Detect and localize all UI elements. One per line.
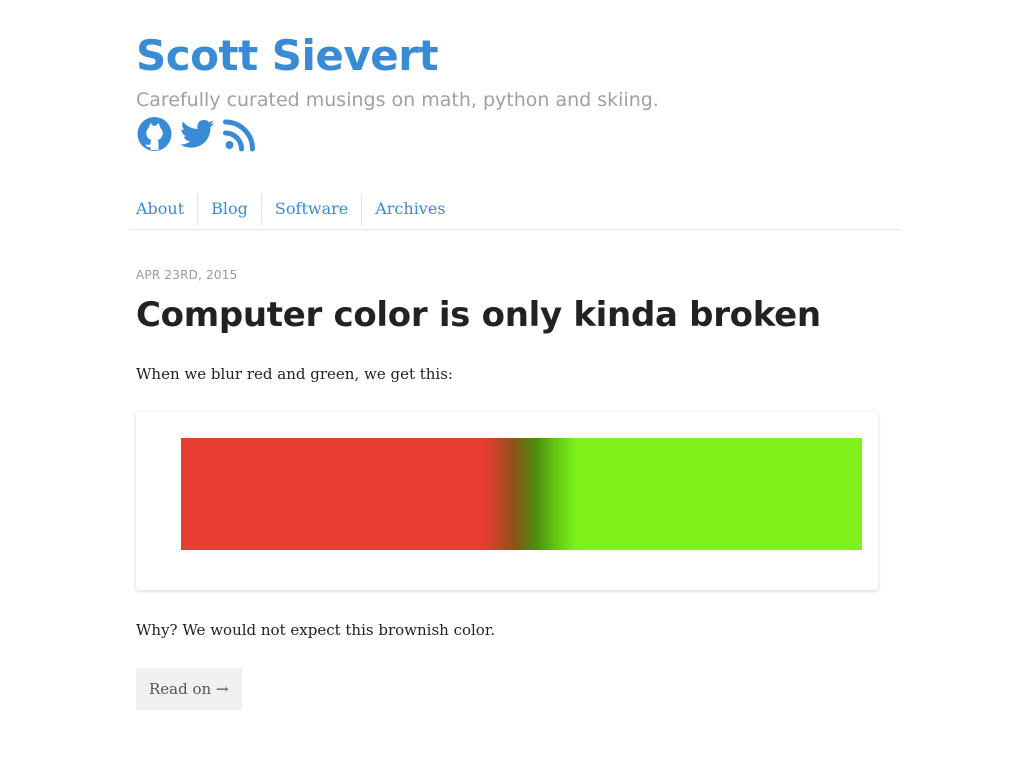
nav-item-blog[interactable]: Blog: [197, 194, 261, 226]
social-links: [136, 116, 259, 152]
github-icon[interactable]: [136, 116, 173, 152]
nav-item-about[interactable]: About: [130, 194, 197, 226]
twitter-icon[interactable]: [179, 116, 216, 152]
rss-icon[interactable]: [222, 116, 259, 152]
nav-item-archives[interactable]: Archives: [361, 194, 458, 226]
post-followup-text: Why? We would not expect this brownish c…: [136, 621, 496, 639]
read-on-button[interactable]: Read on →: [136, 668, 242, 710]
site-tagline: Carefully curated musings on math, pytho…: [136, 89, 659, 111]
main-nav: About Blog Software Archives: [130, 194, 900, 230]
nav-item-software[interactable]: Software: [260, 194, 361, 226]
figure-card: [136, 412, 878, 590]
red-green-blur-image: [181, 438, 862, 550]
post-title[interactable]: Computer color is only kinda broken: [136, 292, 821, 338]
post-intro-text: When we blur red and green, we get this:: [136, 365, 453, 383]
post-date: APR 23RD, 2015: [136, 268, 238, 282]
site-title[interactable]: Scott Sievert: [136, 30, 439, 82]
